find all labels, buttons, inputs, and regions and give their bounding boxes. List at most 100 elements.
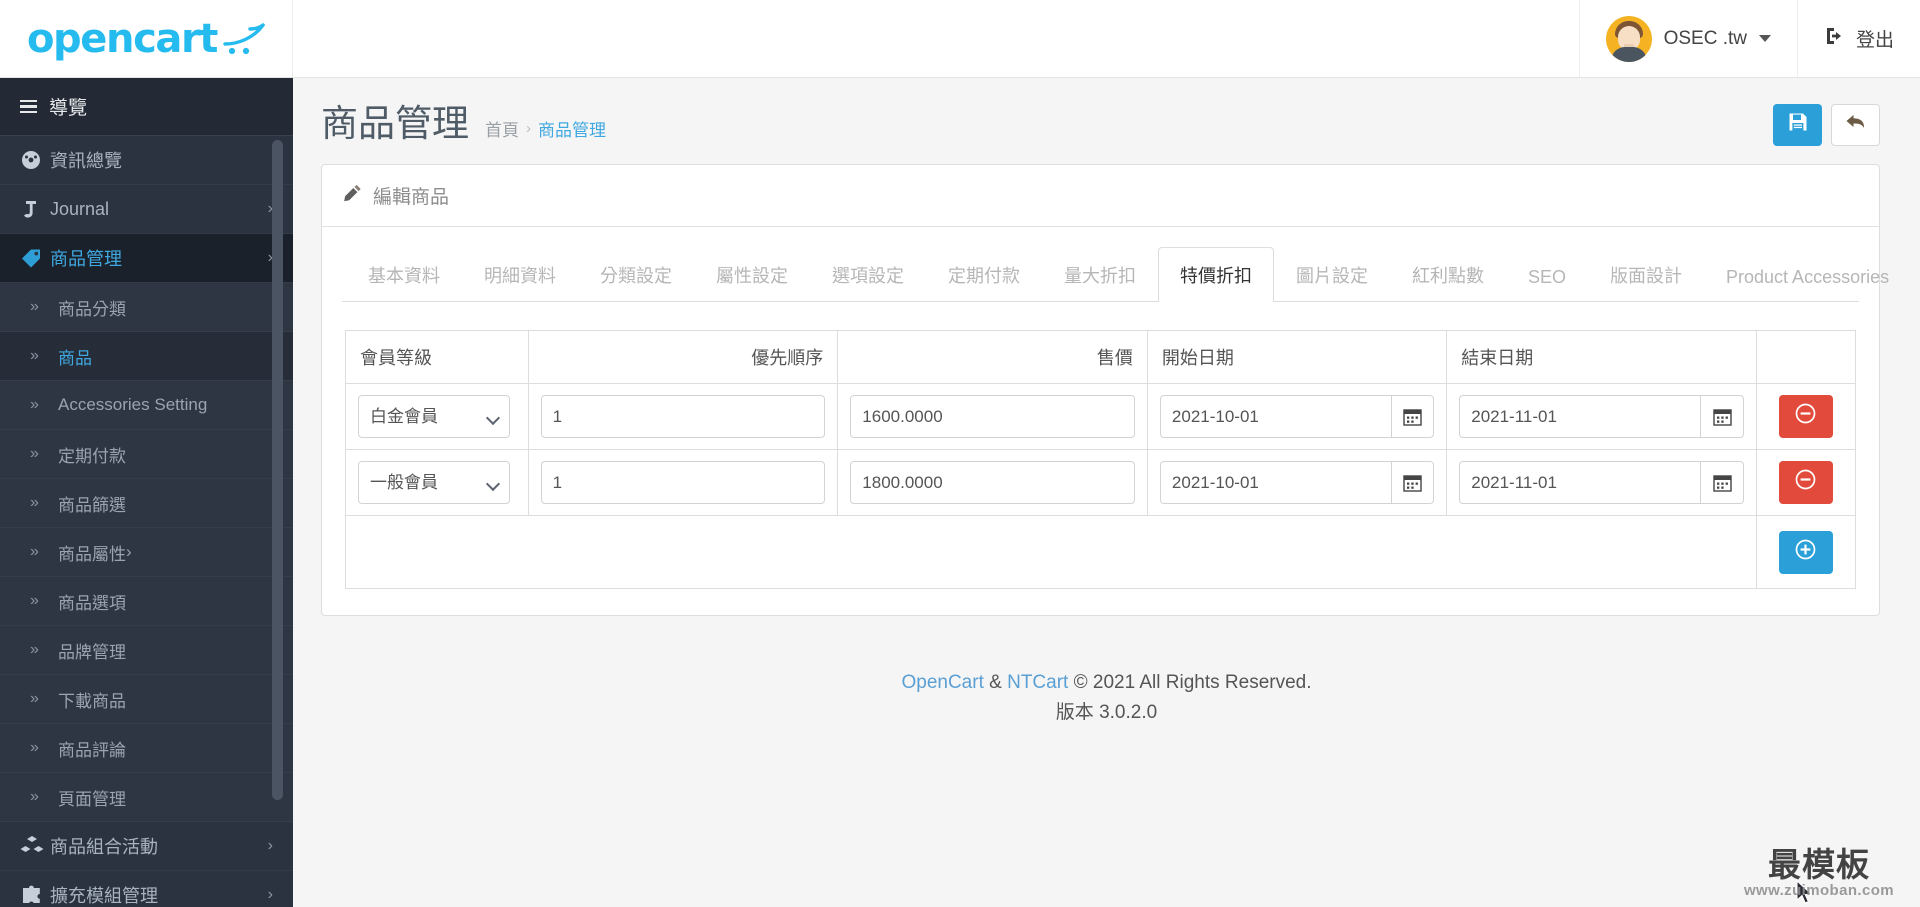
table-header-row: 會員等級 優先順序 售價 開始日期 結束日期: [345, 330, 1857, 384]
customer-group-select[interactable]: 一般會員: [358, 461, 510, 504]
page-footer: OpenCart & NTCart © 2021 All Rights Rese…: [293, 616, 1920, 729]
calendar-icon[interactable]: [1700, 461, 1744, 504]
col-date-end: 結束日期: [1446, 330, 1757, 384]
calendar-icon[interactable]: [1390, 461, 1435, 504]
sidebar-item-downloads[interactable]: » 下載商品: [0, 675, 293, 724]
sidebar-item-options[interactable]: » 商品選項: [0, 577, 293, 626]
sidebar-item-label: 商品組合活動: [50, 837, 158, 857]
sidebar-item-reviews[interactable]: » 商品評論: [0, 724, 293, 773]
table-row: 白金會員: [345, 383, 1857, 450]
priority-input[interactable]: [540, 461, 826, 504]
remove-row-button[interactable]: [1778, 395, 1833, 438]
calendar-icon[interactable]: [1390, 395, 1435, 438]
sidebar-item-categories[interactable]: » 商品分類: [0, 283, 293, 332]
back-button[interactable]: [1831, 104, 1880, 146]
journal-icon: [20, 198, 50, 220]
sidebar-subitem-label: 定期付款: [58, 446, 126, 466]
cell-price: [837, 383, 1148, 450]
tab-image[interactable]: 圖片設定: [1274, 247, 1390, 302]
app-root: opencart OSEC .tw 登出 導覽 資訊總覽 Journal › 商…: [0, 0, 1920, 907]
sidebar-item-information[interactable]: » 頁面管理: [0, 773, 293, 822]
add-row-button[interactable]: [1778, 530, 1833, 574]
sidebar-item-filters[interactable]: » 商品篩選: [0, 479, 293, 528]
footer-version: 版本 3.0.2.0: [1055, 702, 1158, 724]
breadcrumb-item-home[interactable]: 首頁: [485, 116, 519, 141]
tab-data[interactable]: 明細資料: [462, 247, 578, 302]
date-start-input[interactable]: [1159, 461, 1391, 504]
mouse-cursor: [1796, 879, 1816, 907]
panel-header: 編輯商品: [322, 165, 1879, 227]
sidebar-item-bundles[interactable]: 商品組合活動 ›: [0, 822, 293, 871]
sidebar-item-dashboard[interactable]: 資訊總覽: [0, 136, 293, 185]
calendar-icon[interactable]: [1700, 395, 1744, 438]
tab-option[interactable]: 選項設定: [810, 247, 926, 302]
cell-customer-group: 白金會員: [345, 383, 529, 450]
chevron-double-right-icon: »: [30, 641, 39, 658]
ntcart-link[interactable]: NTCart: [1007, 672, 1068, 693]
sidebar-nav-title[interactable]: 導覽: [0, 78, 293, 136]
sidebar-item-recurring[interactable]: » 定期付款: [0, 430, 293, 479]
priority-input[interactable]: [540, 395, 826, 438]
sidebar-item-accessories-setting[interactable]: » Accessories Setting: [0, 381, 293, 430]
sidebar-subitem-label: 下載商品: [58, 691, 126, 711]
sidebar: 導覽 資訊總覽 Journal › 商品管理 › » 商品分類 » 商品 » A…: [0, 78, 293, 907]
chevron-double-right-icon: »: [30, 788, 39, 805]
avatar: [1605, 15, 1652, 62]
tab-attribute[interactable]: 屬性設定: [694, 247, 810, 302]
table-body: 白金會員 1 1600.0000 2021-10-01 2021-11-01 一…: [345, 383, 1857, 516]
footer-amp: &: [983, 672, 1008, 693]
col-customer-group: 會員等級: [345, 330, 529, 384]
sidebar-item-products[interactable]: » 商品: [0, 332, 293, 381]
brand-logo[interactable]: opencart: [0, 0, 293, 77]
table-footer-row: [345, 515, 1857, 589]
tab-recurring[interactable]: 定期付款: [926, 247, 1042, 302]
tab-special[interactable]: 特價折扣: [1158, 247, 1274, 302]
logout-button[interactable]: 登出: [1796, 0, 1920, 77]
tab-general[interactable]: 基本資料: [346, 247, 462, 302]
remove-row-button[interactable]: [1778, 461, 1833, 504]
body-row: 導覽 資訊總覽 Journal › 商品管理 › » 商品分類 » 商品 » A…: [0, 78, 1920, 907]
chevron-down-icon: [1758, 35, 1771, 42]
product-tabs: 基本資料 明細資料 分類設定 屬性設定 選項設定 定期付款 量大折扣 特價折扣 …: [342, 247, 1889, 302]
chevron-right-icon: ›: [126, 542, 132, 561]
tab-links[interactable]: 分類設定: [578, 247, 694, 302]
save-button[interactable]: [1773, 104, 1822, 146]
sidebar-subitem-label: 商品選項: [58, 593, 126, 613]
minus-circle-icon: [1795, 403, 1816, 430]
chevron-double-right-icon: »: [30, 298, 39, 315]
header-right: OSEC .tw 登出: [1578, 0, 1920, 77]
cell-priority: [527, 449, 839, 516]
date-end-input[interactable]: [1459, 461, 1701, 504]
tab-design[interactable]: 版面設計: [1588, 247, 1704, 302]
sidebar-item-attributes[interactable]: » 商品屬性 ›: [0, 528, 293, 577]
tag-icon: [20, 247, 50, 270]
cell-date-start: [1146, 449, 1448, 516]
date-end-input[interactable]: [1459, 395, 1701, 438]
tab-discount[interactable]: 量大折扣: [1042, 247, 1158, 302]
date-start-input[interactable]: [1159, 395, 1391, 438]
cubes-icon: [20, 835, 50, 857]
sidebar-item-manufacturers[interactable]: » 品牌管理: [0, 626, 293, 675]
tab-reward[interactable]: 紅利點數: [1390, 247, 1506, 302]
sidebar-item-catalog[interactable]: 商品管理 ›: [0, 234, 293, 283]
breadcrumb-item-catalog[interactable]: 商品管理: [538, 116, 606, 141]
price-input[interactable]: [850, 395, 1135, 438]
tab-product-accessories[interactable]: Product Accessories: [1704, 252, 1911, 302]
user-menu-button[interactable]: OSEC .tw: [1578, 0, 1797, 77]
sidebar-scrollbar[interactable]: [272, 140, 283, 800]
sidebar-item-journal[interactable]: Journal ›: [0, 185, 293, 234]
logout-label: 登出: [1855, 30, 1894, 51]
sidebar-subitem-label: Accessories Setting: [58, 395, 208, 414]
header-spacer: [293, 0, 1579, 77]
tab-seo[interactable]: SEO: [1506, 252, 1588, 302]
opencart-link[interactable]: OpenCart: [901, 672, 983, 693]
col-price: 售價: [837, 330, 1148, 384]
minus-circle-icon: [1795, 469, 1816, 496]
price-input[interactable]: [850, 461, 1135, 504]
special-tab-panel: 會員等級 優先順序 售價 開始日期 結束日期 白金會員 1 1600.0000 …: [342, 302, 1859, 589]
sidebar-item-extensions[interactable]: 擴充模組管理 ›: [0, 871, 293, 907]
page-title: 商品管理: [321, 103, 469, 144]
sidebar-subitem-label: 商品篩選: [58, 495, 126, 515]
customer-group-select[interactable]: 白金會員: [358, 395, 510, 438]
panel-heading: 編輯商品: [373, 187, 450, 208]
